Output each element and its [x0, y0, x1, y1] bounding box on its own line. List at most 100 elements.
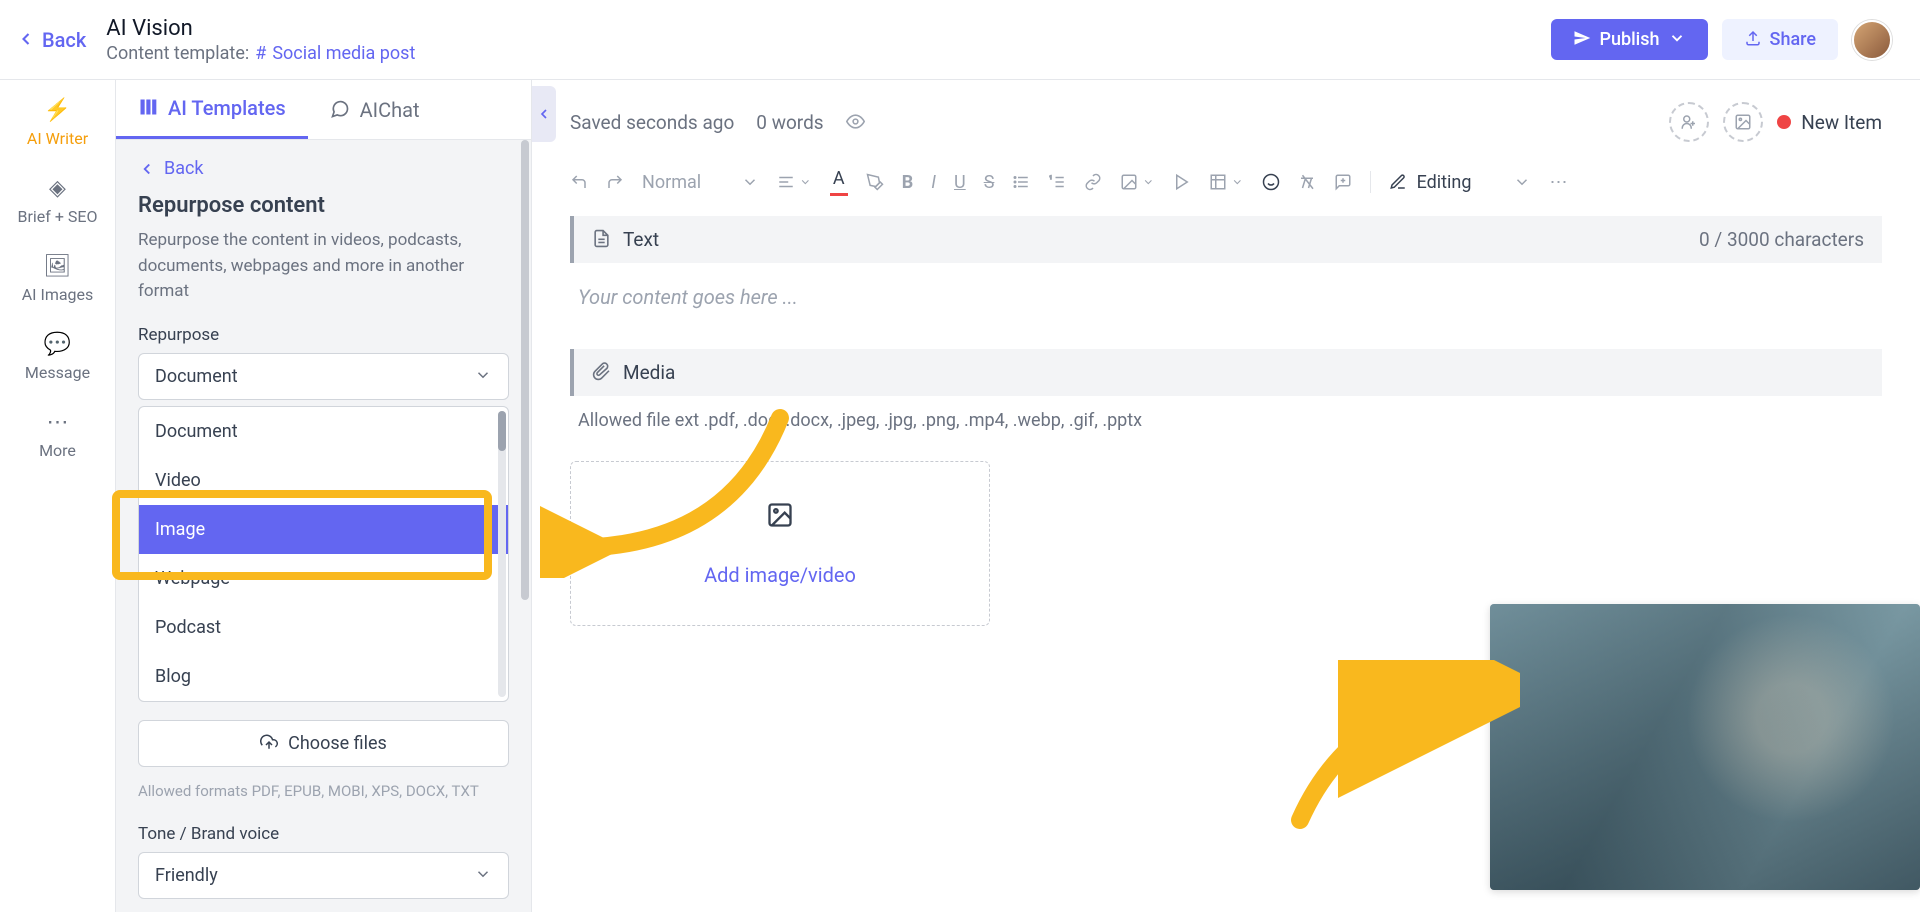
- rail-message[interactable]: 💬 Message: [0, 332, 115, 382]
- annotation-arrow-left: [540, 408, 800, 578]
- link-button[interactable]: [1084, 173, 1102, 191]
- saved-status-row: Saved seconds ago 0 words: [570, 111, 865, 134]
- sidebar-heading: Repurpose content: [138, 193, 509, 218]
- user-avatar[interactable]: [1852, 20, 1892, 60]
- subtitle-link[interactable]: # Social media post: [255, 43, 415, 64]
- add-image-button[interactable]: [1723, 102, 1763, 142]
- content-textarea[interactable]: Your content goes here ...: [570, 263, 1882, 349]
- editing-label: Editing: [1417, 172, 1472, 193]
- option-webpage[interactable]: Webpage: [139, 554, 508, 603]
- image-icon: 🖼: [44, 254, 72, 279]
- redo-button[interactable]: [606, 173, 624, 191]
- more-toolbar-button[interactable]: ⋯: [1549, 172, 1567, 193]
- subtitle-row: Content template: # Social media post: [106, 43, 415, 64]
- subtitle-label: Content template:: [106, 43, 249, 64]
- italic-button[interactable]: I: [931, 172, 936, 193]
- new-item-label: New Item: [1801, 111, 1882, 134]
- eye-icon[interactable]: [846, 111, 865, 134]
- tab-label: AI Templates: [168, 96, 286, 120]
- option-document[interactable]: Document: [139, 407, 508, 456]
- tone-value: Friendly: [155, 865, 218, 886]
- rail-more[interactable]: ⋯ More: [0, 410, 115, 460]
- option-image[interactable]: Image: [139, 505, 508, 554]
- option-blog[interactable]: Blog: [139, 652, 508, 701]
- rail-label: Message: [25, 363, 90, 382]
- tab-aichat[interactable]: AIChat: [308, 80, 442, 139]
- cloud-upload-icon: [260, 733, 278, 754]
- header-left: Back AI Vision Content template: # Socia…: [16, 16, 415, 64]
- chevron-down-icon: [474, 865, 492, 886]
- clear-format-button[interactable]: [1298, 173, 1316, 191]
- left-rail: ⚡ AI Writer ◈ Brief + SEO 🖼 AI Images 💬 …: [0, 80, 116, 912]
- editor-topline: Saved seconds ago 0 words New Item: [570, 102, 1882, 142]
- target-icon: ◈: [49, 176, 66, 201]
- paperclip-icon: [592, 361, 611, 384]
- header-right: Publish Share: [1551, 19, 1892, 60]
- rail-brief-seo[interactable]: ◈ Brief + SEO: [0, 176, 115, 226]
- undo-button[interactable]: [570, 173, 588, 191]
- share-label: Share: [1770, 29, 1816, 50]
- chat-icon: 💬: [44, 332, 71, 357]
- header-back-label: Back: [42, 28, 86, 52]
- video-button[interactable]: [1173, 173, 1191, 191]
- highlight-button[interactable]: [866, 173, 884, 191]
- rail-label: AI Images: [22, 285, 94, 304]
- rail-label: AI Writer: [27, 129, 88, 148]
- style-label: Normal: [642, 172, 701, 193]
- style-select[interactable]: Normal: [642, 172, 759, 193]
- publish-button[interactable]: Publish: [1551, 19, 1707, 60]
- comment-button[interactable]: [1334, 173, 1352, 191]
- repurpose-value: Document: [155, 366, 238, 387]
- editing-mode-select[interactable]: Editing: [1389, 172, 1532, 193]
- chevron-down-icon: [474, 366, 492, 387]
- sidebar-back-label: Back: [164, 158, 204, 179]
- media-block-title: Media: [623, 361, 675, 384]
- number-list-button[interactable]: 1: [1048, 173, 1066, 191]
- font-color-button[interactable]: A: [830, 168, 848, 196]
- publish-label: Publish: [1599, 29, 1659, 50]
- share-button[interactable]: Share: [1722, 19, 1838, 60]
- add-collaborator-button[interactable]: [1669, 102, 1709, 142]
- align-button[interactable]: [777, 173, 812, 191]
- choose-files-label: Choose files: [288, 733, 387, 754]
- annotation-arrow-right: [1290, 660, 1520, 830]
- editor-top-right: New Item: [1669, 102, 1882, 142]
- subtitle-link-text: Social media post: [272, 43, 415, 64]
- header-back-link[interactable]: Back: [16, 28, 86, 52]
- emoji-button[interactable]: [1262, 173, 1280, 191]
- saved-status: Saved seconds ago: [570, 111, 734, 134]
- tab-ai-templates[interactable]: AI Templates: [116, 80, 308, 139]
- repurpose-select[interactable]: Document: [138, 353, 509, 400]
- image-insert-button[interactable]: [1120, 173, 1155, 191]
- rail-label: Brief + SEO: [18, 207, 98, 226]
- option-podcast[interactable]: Podcast: [139, 603, 508, 652]
- bullet-list-button[interactable]: [1012, 173, 1030, 191]
- new-item-chip[interactable]: New Item: [1777, 111, 1882, 134]
- bold-button[interactable]: B: [902, 172, 914, 193]
- status-dot-icon: [1777, 115, 1791, 129]
- sidebar-description: Repurpose the content in videos, podcast…: [138, 228, 509, 305]
- hash-icon: #: [255, 43, 266, 64]
- table-button[interactable]: [1209, 173, 1244, 191]
- chevron-down-icon: [1668, 29, 1686, 50]
- choose-files-button[interactable]: Choose files: [138, 720, 509, 767]
- chat-bubble-icon: [330, 98, 350, 122]
- word-count: 0 words: [756, 111, 823, 134]
- option-video[interactable]: Video: [139, 456, 508, 505]
- sidebar-collapse-handle[interactable]: [532, 86, 556, 142]
- underline-button[interactable]: U: [954, 172, 966, 193]
- svg-text:1: 1: [1050, 175, 1053, 181]
- media-block-header: Media: [570, 349, 1882, 396]
- toolbar-separator: [1370, 171, 1371, 193]
- sidebar-back-link[interactable]: Back: [138, 158, 509, 179]
- repurpose-dropdown: Document Video Image Webpage Podcast Blo…: [138, 406, 509, 702]
- rail-ai-images[interactable]: 🖼 AI Images: [0, 254, 115, 304]
- title-block: AI Vision Content template: # Social med…: [106, 16, 415, 64]
- templates-icon: [138, 96, 158, 120]
- sidebar-scrollbar[interactable]: [519, 140, 531, 912]
- rail-ai-writer[interactable]: ⚡ AI Writer: [0, 98, 115, 148]
- dropdown-scrollbar[interactable]: [498, 411, 506, 697]
- strike-button[interactable]: S: [984, 172, 995, 193]
- tone-select[interactable]: Friendly: [138, 852, 509, 899]
- preview-image[interactable]: [1490, 604, 1920, 890]
